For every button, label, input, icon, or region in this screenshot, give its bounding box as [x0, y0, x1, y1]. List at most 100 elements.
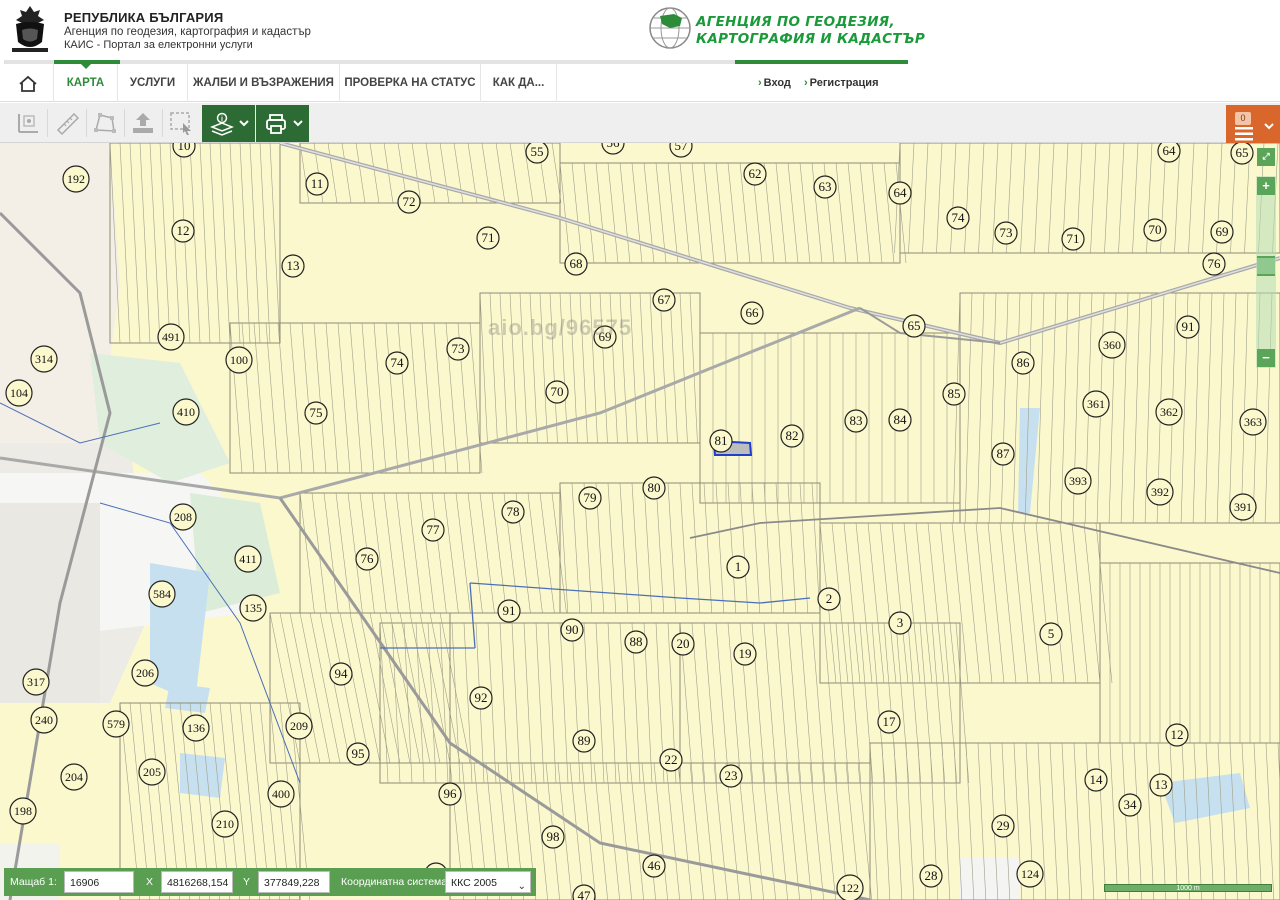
x-coordinate-field: 4816268,154 — [161, 871, 233, 893]
menu-icon — [1235, 127, 1253, 141]
chevron-down-icon — [293, 120, 303, 127]
upload-button[interactable] — [126, 106, 160, 140]
fullscreen-button[interactable]: ⤢ — [1257, 148, 1275, 166]
parcel-number-label: 104 — [10, 386, 28, 400]
measure-coordinates-button[interactable] — [12, 106, 46, 140]
tab-map[interactable]: КАРТА — [54, 63, 118, 102]
parcel-number-label: 73 — [452, 341, 465, 356]
parcel-number-label: 361 — [1087, 397, 1105, 411]
parcel-number-label: 400 — [272, 787, 290, 801]
parcel-number-label: 67 — [658, 292, 672, 307]
agency-name: Агенция по геодезия, картография и кадас… — [64, 26, 311, 38]
parcel-number-label: 74 — [391, 355, 405, 370]
parcel-number-label: 10 — [178, 143, 191, 153]
parcel-number-label: 62 — [749, 166, 762, 181]
parcel-number-label: 65 — [908, 318, 921, 333]
parcel-number-label: 89 — [578, 733, 591, 748]
parcel-number-label: 14 — [1090, 772, 1104, 787]
login-label: Вход — [763, 77, 791, 89]
upload-icon — [133, 113, 153, 133]
home-button[interactable] — [0, 64, 54, 102]
cadastral-map[interactable]: 10 192 11 12 13 72 71 68 67 66 62 63 64 74 73 71 70 69 64 6… — [0, 143, 1280, 900]
parcel-number-label: 206 — [136, 666, 154, 680]
layers-info-dropdown[interactable]: i — [202, 105, 255, 142]
parcel-number-label: 23 — [725, 768, 738, 783]
print-dropdown[interactable] — [256, 105, 309, 142]
crs-label: Координатна система — [341, 876, 448, 888]
home-icon — [19, 75, 37, 92]
parcel-number-label: 82 — [786, 428, 799, 443]
parcel-number-label: 392 — [1151, 485, 1169, 499]
parcel-number-label: 205 — [143, 765, 161, 779]
scale-input[interactable]: 16906 — [64, 871, 134, 893]
tab-how-to[interactable]: КАК ДА... — [481, 64, 557, 102]
parcel-number-label: 584 — [153, 587, 171, 601]
zoom-out-button[interactable]: − — [1257, 349, 1275, 367]
parcel-number-label: 85 — [948, 386, 961, 401]
chevron-down-icon — [1264, 123, 1274, 130]
scale-label: Мащаб 1: — [10, 876, 57, 888]
coordinates-status-bar: Мащаб 1: 16906 X 4816268,154 Y 377849,22… — [4, 868, 536, 896]
parcel-number-label: 136 — [187, 721, 205, 735]
agency-globe-logo-icon — [649, 7, 691, 49]
parcel-number-label: 55 — [531, 144, 544, 159]
parcel-number-label: 1 — [735, 559, 742, 574]
agency-wordmark: АГЕНЦИЯ ПО ГЕОДЕЗИЯ, КАРТОГРАФИЯ И КАДАС… — [696, 14, 925, 48]
parcel-number-label: 317 — [27, 675, 45, 689]
parcel-number-label: 210 — [216, 817, 234, 831]
register-label: Регистрация — [809, 77, 879, 89]
parcel-number-label: 91 — [1182, 319, 1195, 334]
crs-select-value: ККС 2005 — [451, 877, 497, 889]
tab-status-check[interactable]: ПРОВЕРКА НА СТАТУС — [340, 64, 481, 102]
parcel-number-label: 22 — [665, 752, 678, 767]
map-canvas[interactable]: 10192 11121372716867666263 647473 7170 6964 6… — [0, 143, 1280, 900]
parcel-number-label: 391 — [1234, 500, 1252, 514]
parcel-number-label: 57 — [675, 143, 689, 153]
polygon-area-button[interactable] — [88, 106, 122, 140]
parcel-number-label: 20 — [677, 636, 690, 651]
parcel-number-label: 240 — [35, 713, 53, 727]
parcel-number-label: 46 — [648, 858, 662, 873]
parcel-number-label: 73 — [1000, 225, 1013, 240]
parcel-number-label: 34 — [1124, 797, 1138, 812]
parcel-number-label: 81 — [715, 433, 728, 448]
tab-map-label: КАРТА — [66, 77, 105, 89]
parcel-number-label: 363 — [1244, 415, 1262, 429]
x-label: X — [146, 876, 154, 888]
parcel-number-label: 90 — [566, 622, 579, 637]
parcel-number-label: 88 — [630, 634, 643, 649]
ruler-button[interactable] — [50, 106, 84, 140]
parcel-number-label: 66 — [746, 305, 760, 320]
parcel-number-label: 204 — [65, 770, 83, 784]
parcel-number-label: 76 — [1208, 256, 1222, 271]
parcel-number-label: 209 — [290, 719, 308, 733]
crs-select[interactable]: ККС 2005 ⌄ — [445, 871, 531, 893]
parcel-number-label: 71 — [482, 230, 495, 245]
parcel-number-label: 64 — [1163, 143, 1177, 158]
parcel-number-label: 579 — [107, 717, 125, 731]
parcel-number-label: 122 — [841, 881, 859, 895]
parcel-number-label: 96 — [444, 786, 458, 801]
map-toolbar: i 0 — [0, 103, 1280, 145]
parcel-number-label: 198 — [14, 804, 32, 818]
zoom-in-button[interactable]: + — [1257, 177, 1275, 195]
parcel-number-label: 135 — [244, 601, 262, 615]
chevron-down-icon — [239, 120, 249, 127]
results-menu-button[interactable]: 0 — [1226, 105, 1280, 145]
portal-header: РЕПУБЛИКА БЪЛГАРИЯ Агенция по геодезия, … — [0, 0, 1280, 64]
tab-complaints[interactable]: ЖАЛБИ И ВЪЗРАЖЕНИЯ — [188, 64, 340, 102]
parcel-number-label: 13 — [1155, 777, 1168, 792]
zoom-slider-handle[interactable] — [1257, 256, 1275, 276]
register-link[interactable]: › Регистрация — [804, 64, 878, 102]
parcel-number-label: 491 — [162, 330, 180, 344]
parcel-number-label: 78 — [507, 504, 520, 519]
parcel-number-label: 98 — [547, 829, 560, 844]
portal-name: КАИС - Портал за електронни услуги — [64, 39, 253, 51]
chevron-down-icon: ⌄ — [517, 881, 526, 892]
select-area-button[interactable] — [164, 106, 198, 140]
parcel-number-label: 71 — [1067, 231, 1080, 246]
tab-services[interactable]: УСЛУГИ — [118, 64, 188, 102]
parcel-number-label: 100 — [230, 353, 248, 367]
login-link[interactable]: › Вход — [758, 64, 791, 102]
tab-services-label: УСЛУГИ — [129, 77, 176, 89]
